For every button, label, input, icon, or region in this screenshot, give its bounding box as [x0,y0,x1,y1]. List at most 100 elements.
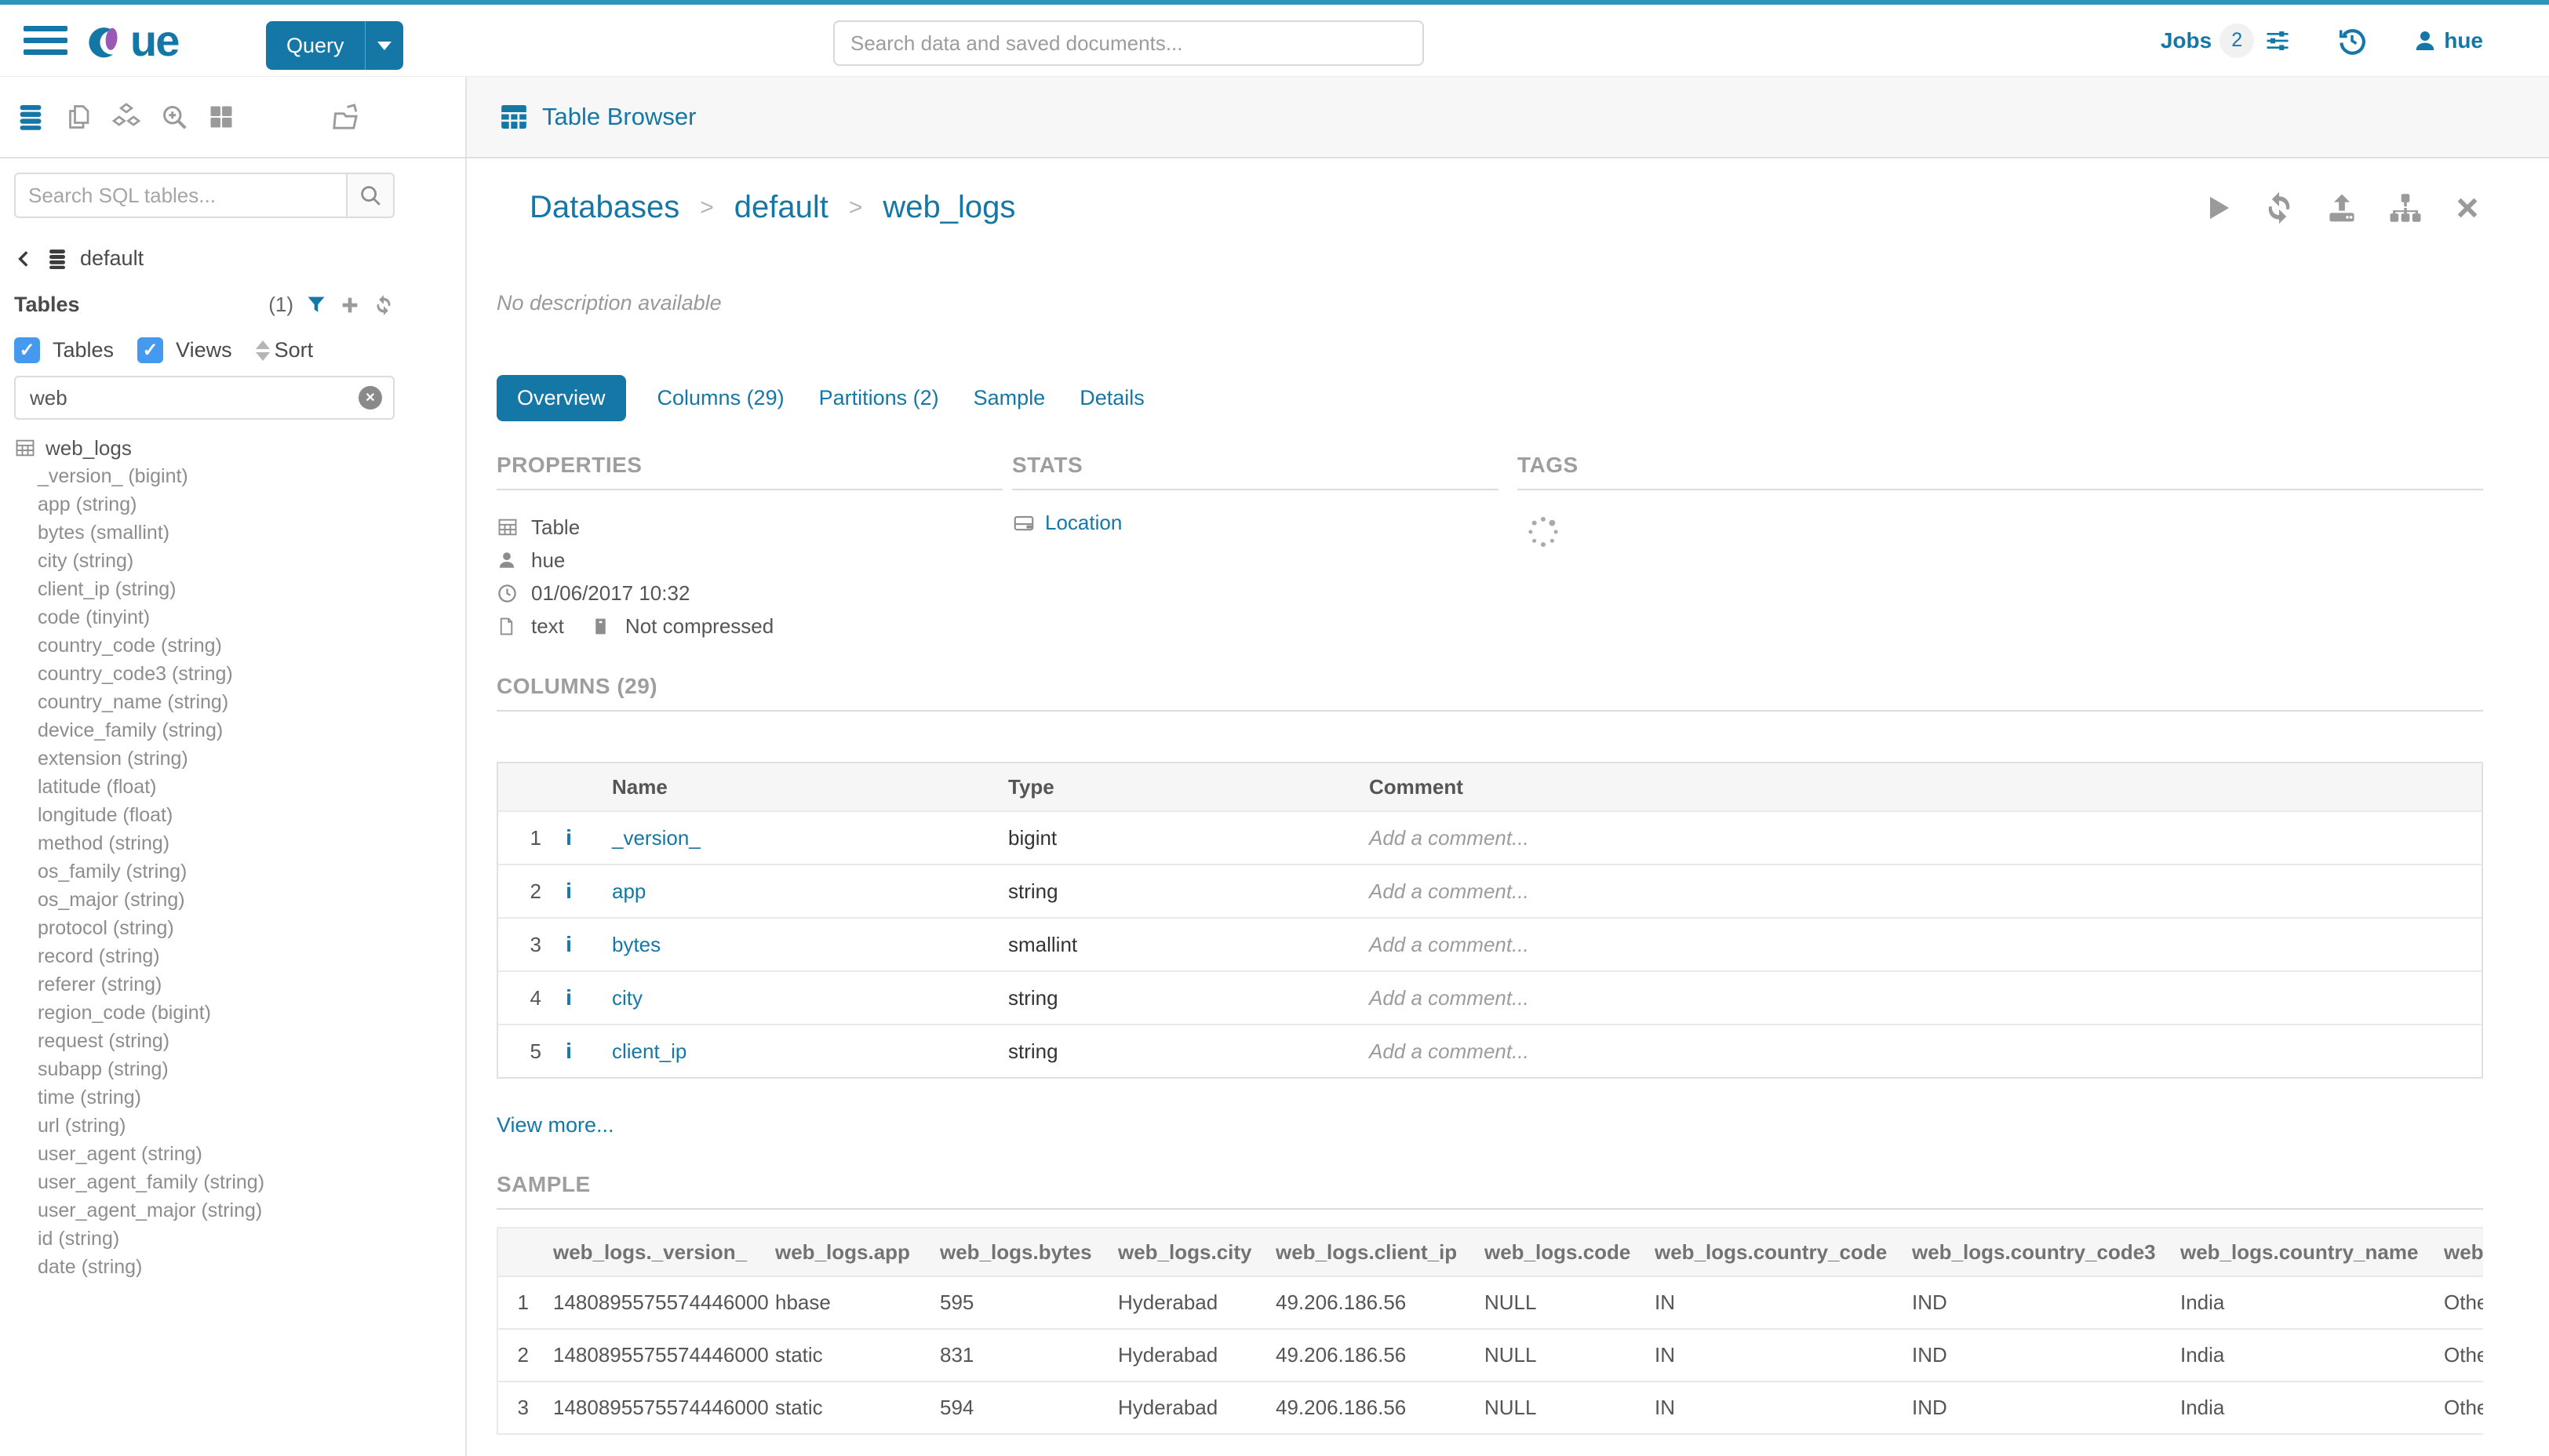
tree-column-item[interactable]: region_code (bigint) [14,999,465,1027]
query-play-icon[interactable] [2202,192,2234,224]
add-comment-field[interactable]: Add a comment... [1369,986,1529,1010]
sample-header-country-name: web_logs.country_name [2180,1240,2444,1265]
history-icon[interactable] [2337,26,2367,56]
tree-column-item[interactable]: id (string) [14,1225,465,1253]
views-checkbox[interactable] [137,337,163,363]
tab-details[interactable]: Details [1076,375,1148,421]
hamburger-menu-icon[interactable] [24,20,67,61]
documents-app-icon[interactable] [64,103,93,131]
refresh-icon[interactable] [373,294,395,316]
user-menu[interactable]: hue [2412,28,2483,53]
column-name-link[interactable]: _version_ [612,826,701,850]
column-name-link[interactable]: city [612,986,643,1010]
tree-column-item[interactable]: method (string) [14,829,465,857]
add-comment-field[interactable]: Add a comment... [1369,826,1529,850]
tree-column-item[interactable]: user_agent_major (string) [14,1196,465,1225]
tab-partitions[interactable]: Partitions (2) [816,375,942,421]
tree-column-item[interactable]: record (string) [14,942,465,970]
tree-column-item[interactable]: client_ip (string) [14,575,465,603]
add-comment-field[interactable]: Add a comment... [1369,933,1529,956]
tree-column-item[interactable]: app (string) [14,490,465,519]
sql-tables-search-input[interactable] [16,174,346,217]
column-name-link[interactable]: app [612,879,646,903]
current-database-name[interactable]: default [80,246,144,271]
add-comment-field[interactable]: Add a comment... [1369,1039,1529,1063]
tree-column-item[interactable]: request (string) [14,1027,465,1055]
properties-section-title: PROPERTIES [497,453,1003,490]
tree-column-item[interactable]: city (string) [14,547,465,575]
clear-filter-icon[interactable] [359,386,382,410]
jobs-link[interactable]: Jobs [2161,28,2212,53]
tree-column-item[interactable]: subapp (string) [14,1055,465,1083]
tree-column-item[interactable]: url (string) [14,1112,465,1140]
filter-funnel-icon[interactable] [305,294,327,316]
query-dropdown-caret[interactable] [365,21,403,70]
close-icon[interactable] [2452,192,2483,224]
tree-column-item[interactable]: longitude (float) [14,801,465,829]
global-search-input[interactable] [833,20,1424,66]
cubes-app-icon[interactable] [111,102,141,132]
tags-section-title: TAGS [1517,453,2483,490]
breadcrumb-web-logs[interactable]: web_logs [883,190,1015,225]
tree-column-item[interactable]: user_agent_family (string) [14,1168,465,1196]
tab-overview[interactable]: Overview [497,375,626,421]
tree-column-item[interactable]: os_major (string) [14,886,465,914]
add-comment-field[interactable]: Add a comment... [1369,879,1529,903]
search-icon[interactable] [346,174,393,217]
tab-columns[interactable]: Columns (29) [654,375,788,421]
info-icon[interactable] [566,825,572,850]
sample-header-device-family: web_logs.device_family [2444,1240,2483,1265]
user-icon [497,550,528,570]
tables-checkbox[interactable] [14,337,40,363]
view-more-link[interactable]: View more... [497,1113,2483,1138]
query-split-button[interactable]: Query [266,21,403,70]
database-icon [46,247,69,271]
tree-column-item[interactable]: code (tinyint) [14,603,465,632]
tree-column-item[interactable]: os_family (string) [14,857,465,886]
tree-column-item[interactable]: country_code3 (string) [14,660,465,688]
tree-table-name[interactable]: web_logs [46,436,132,460]
tree-column-item[interactable]: bytes (smallint) [14,519,465,547]
tree-column-item[interactable]: protocol (string) [14,914,465,942]
info-icon[interactable] [566,985,572,1010]
info-icon[interactable] [566,879,572,904]
jobs-count-badge[interactable]: 2 [2219,24,2254,58]
tree-column-item[interactable]: extension (string) [14,744,465,773]
sitemap-icon[interactable] [2387,191,2423,225]
sort-control[interactable]: Sort [256,338,314,362]
hue-logo[interactable]: ue [86,19,178,63]
column-name-link[interactable]: client_ip [612,1039,686,1063]
chevron-left-icon[interactable] [14,247,35,271]
file-icon [497,616,528,637]
search-zoom-app-icon[interactable] [160,103,188,131]
tree-column-item[interactable]: _version_ (bigint) [14,462,465,490]
sliders-icon[interactable] [2263,27,2292,55]
query-button-label[interactable]: Query [266,21,365,70]
tree-column-item[interactable]: date (string) [14,1253,465,1281]
breadcrumb-default[interactable]: default [734,190,828,225]
tree-column-item[interactable]: device_family (string) [14,716,465,744]
database-app-icon[interactable] [16,102,46,132]
tree-column-item[interactable]: country_name (string) [14,688,465,716]
table-filter-input[interactable] [28,385,359,411]
database-breadcrumb-row[interactable]: default [14,246,465,271]
add-table-icon[interactable] [339,294,361,316]
tree-column-item[interactable]: time (string) [14,1083,465,1112]
tree-table-web-logs[interactable]: web_logs [14,434,465,462]
tree-column-item[interactable]: country_code (string) [14,632,465,660]
apps-grid-icon[interactable] [207,103,235,131]
column-name-link[interactable]: bytes [612,933,661,956]
columns-table: Name Type Comment 1 _version_ bigint Add… [497,762,2483,1079]
location-link[interactable]: Location [1045,511,1122,535]
tree-column-list: _version_ (bigint) app (string) bytes (s… [14,462,465,1281]
breadcrumb-databases[interactable]: Databases [530,190,679,225]
upload-icon[interactable] [2325,191,2359,225]
tree-column-item[interactable]: user_agent (string) [14,1140,465,1168]
tree-column-item[interactable]: latitude (float) [14,773,465,801]
info-icon[interactable] [566,932,572,957]
info-icon[interactable] [566,1039,572,1064]
folder-documents-icon[interactable] [330,101,361,133]
tab-sample[interactable]: Sample [970,375,1049,421]
tree-column-item[interactable]: referer (string) [14,970,465,999]
refresh-icon[interactable] [2262,191,2296,225]
